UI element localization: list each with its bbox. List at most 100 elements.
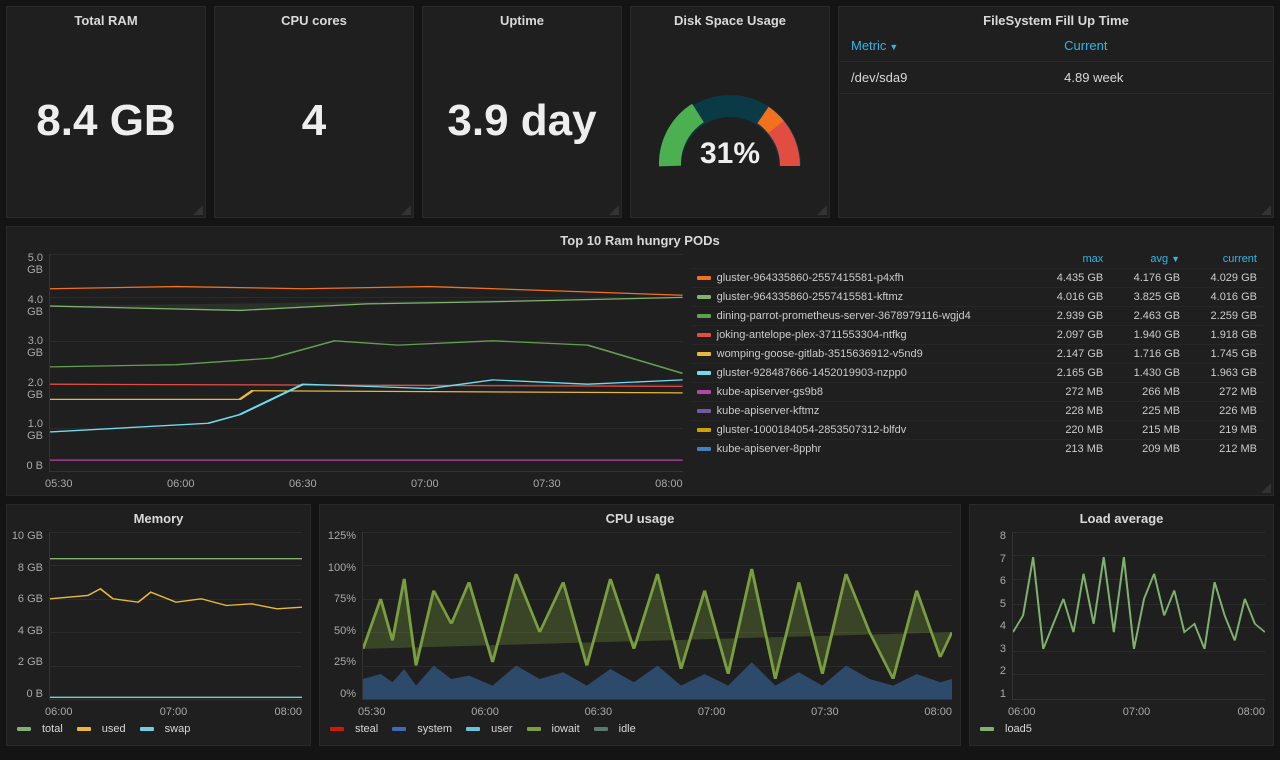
x-axis: 05:3006:0006:3007:0007:3008:00 [358,706,952,718]
legend-item[interactable]: swap [140,723,191,735]
legend-label: idle [619,723,636,735]
legend-row[interactable]: gluster-928487666-1452019903-nzpp02.165 … [691,364,1263,383]
panel-title: CPU usage [320,505,960,528]
legend-header-current[interactable]: current [1186,250,1263,269]
legend-max: 272 MB [1032,383,1109,402]
series-swatch-icon [697,295,711,299]
legend-row[interactable]: gluster-964335860-2557415581-kftmz4.016 … [691,288,1263,307]
series-swatch-icon [140,727,154,731]
legend-row[interactable]: joking-antelope-plex-3711553304-ntfkg2.0… [691,326,1263,345]
table-row[interactable]: /dev/sda94.89 week [839,62,1273,94]
legend-max: 228 MB [1032,402,1109,421]
table-header-current[interactable]: Current [1052,30,1273,62]
series-swatch-icon [466,727,480,731]
legend-item[interactable]: used [77,723,126,735]
legend-avg: 215 MB [1109,421,1186,440]
memory-chart[interactable]: 10 GB8 GB6 GB4 GB2 GB0 B 06:0007:0008:00 [7,528,310,718]
cpu-usage-chart[interactable]: 125%100%75%50%25%0% 05:3006:0006:3007:00… [320,528,960,718]
legend-current: 219 MB [1186,421,1263,440]
load-average-chart[interactable]: 87654321 06:0007:0008:00 [970,528,1273,718]
legend-current: 272 MB [1186,383,1263,402]
legend-label: total [42,723,63,735]
panel-title: CPU cores [215,7,413,30]
x-axis: 05:3006:0006:3007:0007:3008:00 [45,478,683,490]
panel-title: Memory [7,505,310,528]
disk-space-panel[interactable]: Disk Space Usage 31% [630,6,830,218]
y-axis: 125%100%75%50%25%0% [322,530,360,700]
legend-label: system [417,723,452,735]
legend-label: user [491,723,512,735]
legend-avg: 1.716 GB [1109,345,1186,364]
y-axis: 87654321 [972,530,1010,700]
series-swatch-icon [697,428,711,432]
resize-handle-icon[interactable] [193,205,203,215]
table-header-metric[interactable]: Metric▼ [839,30,1052,62]
panel-title: Top 10 Ram hungry PODs [7,227,1273,250]
legend-header-max[interactable]: max [1032,250,1109,269]
filesystem-panel[interactable]: FileSystem Fill Up Time Metric▼ Current … [838,6,1274,218]
legend-current: 1.963 GB [1186,364,1263,383]
disk-gauge: 31% [650,71,810,171]
cell-metric: /dev/sda9 [839,62,1052,94]
legend-max: 2.147 GB [1032,345,1109,364]
panel-title: Uptime [423,7,621,30]
resize-handle-icon[interactable] [1261,205,1271,215]
series-swatch-icon [17,727,31,731]
legend-max: 2.097 GB [1032,326,1109,345]
plot-area [1012,532,1265,700]
resize-handle-icon[interactable] [817,205,827,215]
legend-row[interactable]: gluster-964335860-2557415581-p4xfh4.435 … [691,269,1263,288]
series-swatch-icon [527,727,541,731]
legend-max: 2.165 GB [1032,364,1109,383]
legend-item[interactable]: user [466,723,512,735]
legend-header-name[interactable] [691,250,1033,269]
legend-row[interactable]: kube-apiserver-8pphr213 MB209 MB212 MB [691,440,1263,459]
legend-row[interactable]: womping-goose-gitlab-3515636912-v5nd92.1… [691,345,1263,364]
load-average-panel[interactable]: Load average 87654321 06:0007:0008:00 lo… [969,504,1274,746]
legend-row[interactable]: kube-apiserver-kftmz228 MB225 MB226 MB [691,402,1263,421]
legend-name: joking-antelope-plex-3711553304-ntfkg [691,326,1033,345]
legend-avg: 1.430 GB [1109,364,1186,383]
legend-name: womping-goose-gitlab-3515636912-v5nd9 [691,345,1033,364]
legend-item[interactable]: total [17,723,63,735]
legend-row[interactable]: kube-apiserver-gs9b8272 MB266 MB272 MB [691,383,1263,402]
cpu-cores-value: 4 [215,30,413,212]
resize-handle-icon[interactable] [1261,483,1271,493]
series-swatch-icon [392,727,406,731]
uptime-panel[interactable]: Uptime 3.9 day [422,6,622,218]
legend-item[interactable]: steal [330,723,378,735]
uptime-value: 3.9 day [423,30,621,212]
legend-item[interactable]: load5 [980,723,1032,735]
legend-header-avg[interactable]: avg▼ [1109,250,1186,269]
legend-label: iowait [552,723,580,735]
legend-item[interactable]: idle [594,723,636,735]
legend-name: kube-apiserver-gs9b8 [691,383,1033,402]
cpu-usage-panel[interactable]: CPU usage 125%100%75%50%25%0% 05:3006:00… [319,504,961,746]
legend-row[interactable]: gluster-1000184054-2853507312-blfdv220 M… [691,421,1263,440]
top-pods-panel[interactable]: Top 10 Ram hungry PODs 5.0 GB4.0 GB3.0 G… [6,226,1274,496]
filesystem-table: Metric▼ Current /dev/sda94.89 week [839,30,1273,94]
disk-gauge-value: 31% [650,137,810,171]
legend-label: load5 [1005,723,1032,735]
resize-handle-icon[interactable] [401,205,411,215]
total-ram-value: 8.4 GB [7,30,205,212]
legend-item[interactable]: system [392,723,452,735]
plot-area [49,254,683,472]
total-ram-panel[interactable]: Total RAM 8.4 GB [6,6,206,218]
legend-item[interactable]: iowait [527,723,580,735]
top-pods-chart[interactable]: 5.0 GB4.0 GB3.0 GB2.0 GB1.0 GB0 B [7,250,691,490]
legend-max: 2.939 GB [1032,307,1109,326]
legend-current: 1.918 GB [1186,326,1263,345]
x-axis: 06:0007:0008:00 [45,706,302,718]
series-swatch-icon [697,314,711,318]
y-axis: 10 GB8 GB6 GB4 GB2 GB0 B [9,530,47,700]
resize-handle-icon[interactable] [609,205,619,215]
cpu-cores-panel[interactable]: CPU cores 4 [214,6,414,218]
top-pods-legend: max avg▼ current gluster-964335860-25574… [691,250,1273,490]
memory-panel[interactable]: Memory 10 GB8 GB6 GB4 GB2 GB0 B 06:0007:… [6,504,311,746]
legend-row[interactable]: dining-parrot-prometheus-server-36789791… [691,307,1263,326]
series-swatch-icon [330,727,344,731]
legend-current: 4.016 GB [1186,288,1263,307]
legend-label: swap [165,723,191,735]
legend-avg: 4.176 GB [1109,269,1186,288]
